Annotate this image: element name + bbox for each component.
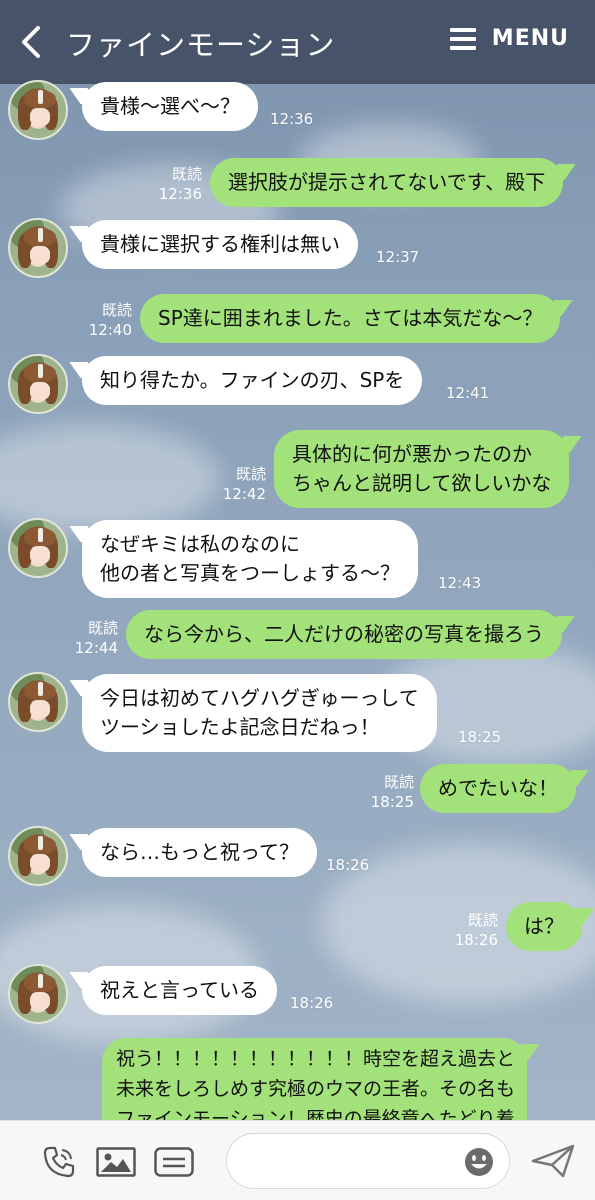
message-time: 18:25 [458,728,502,746]
read-receipt: 既読 12:40 [88,301,132,339]
message-bubble-incoming[interactable]: 貴様〜選べ〜？ [82,82,258,131]
message-bubble-incoming[interactable]: 祝えと言っている [82,966,277,1015]
image-icon[interactable] [96,1147,136,1177]
message-bubble-incoming[interactable]: 貴様に選択する権利は無い [82,220,358,269]
message-bubble-outgoing[interactable]: 具体的に何が悪かったのか ちゃんと説明して欲しいかな [274,430,570,508]
avatar[interactable] [8,826,68,886]
read-receipt: 既読 12:44 [74,619,118,657]
read-receipt: 既読 18:26 [454,911,498,949]
hamburger-icon [449,27,476,50]
message-bubble-incoming[interactable]: 今日は初めてハグハグぎゅーっして ツーショしたよ記念日だねっ！ [82,674,437,752]
avatar[interactable] [8,354,68,414]
sticker-icon[interactable] [154,1147,194,1177]
message-time: 18:26 [326,856,370,874]
message-bubble-outgoing[interactable]: は？ [506,902,582,951]
menu-button[interactable]: MENU [449,26,569,51]
message-composer [0,1120,595,1200]
read-receipt: 既読 12:36 [158,165,202,203]
read-receipt: 既読 12:42 [222,465,266,503]
message-bubble-incoming[interactable]: 知り得たか。ファインの刃、SPを [82,356,423,405]
message-bubble-outgoing[interactable]: 選択肢が提示されてないです、殿下 [210,158,564,207]
message-bubble-outgoing[interactable]: なら今から、二人だけの秘密の写真を撮ろう [126,610,562,659]
message-bubble-incoming[interactable]: なぜキミは私のなのに 他の者と写真をつーしょする〜？ [82,520,418,598]
avatar[interactable] [8,518,68,578]
message-time: 12:36 [270,110,314,128]
message-time: 12:43 [438,574,482,592]
message-bubble-incoming[interactable]: なら…もっと祝って？ [82,828,317,877]
read-receipt: 既読 18:25 [370,773,414,811]
avatar[interactable] [8,964,68,1024]
chat-header: ファインモーション MENU [0,0,595,84]
message-time: 12:37 [376,248,420,266]
avatar[interactable] [8,80,68,140]
message-time: 18:26 [290,994,334,1012]
emoji-icon[interactable] [463,1146,495,1178]
chat-title: ファインモーション [66,28,336,62]
message-bubble-outgoing[interactable]: SP達に囲まれました。さては本気だな〜？ [140,294,561,343]
avatar[interactable] [8,218,68,278]
message-time: 12:41 [446,384,490,402]
message-bubble-outgoing[interactable]: めでたいな！ [420,764,576,813]
phone-icon[interactable] [42,1145,76,1179]
chevron-left-icon[interactable] [18,24,46,60]
menu-label: MENU [491,26,569,51]
send-icon[interactable] [530,1143,576,1179]
message-input[interactable] [226,1133,510,1189]
avatar[interactable] [8,672,68,732]
